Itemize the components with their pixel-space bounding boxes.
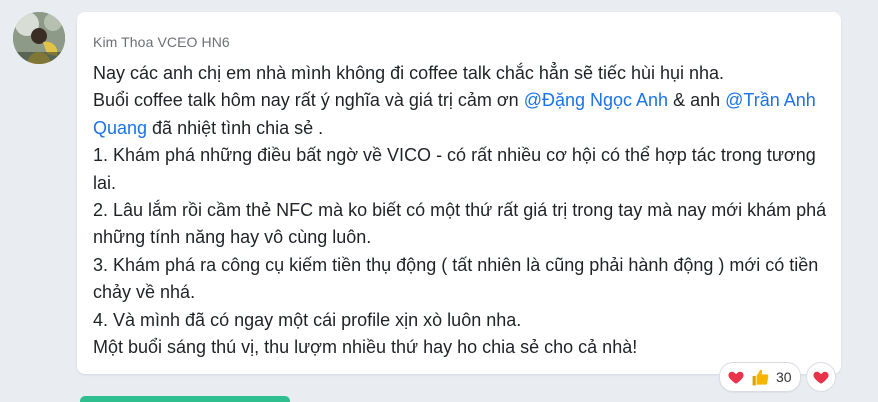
quick-react-button[interactable] bbox=[806, 362, 836, 392]
chat-view: Kim Thoa VCEO HN6 Nay các anh chị em nhà… bbox=[0, 0, 878, 402]
message-line: Một buổi sáng thú vị, thu lượm nhiều thứ… bbox=[93, 334, 828, 361]
heart-icon bbox=[726, 367, 746, 387]
message-text-segment: 3. Khám phá ra công cụ kiếm tiền thụ độn… bbox=[93, 254, 819, 303]
message-text-segment: đã nhiệt tình chia sẻ . bbox=[147, 117, 324, 138]
message-line: 4. Và mình đã có ngay một cái profile xị… bbox=[93, 307, 828, 334]
message-line: Buổi coffee talk hôm nay rất ý nghĩa và … bbox=[93, 87, 828, 142]
reaction-summary[interactable]: 30 bbox=[719, 362, 801, 392]
avatar[interactable] bbox=[13, 12, 65, 64]
message-line: Nay các anh chị em nhà mình không đi cof… bbox=[93, 60, 828, 87]
message-text-segment: Buổi coffee talk hôm nay rất ý nghĩa và … bbox=[93, 90, 524, 111]
message-bubble: Kim Thoa VCEO HN6 Nay các anh chị em nhà… bbox=[77, 12, 841, 374]
thumbs-up-icon bbox=[750, 367, 770, 387]
message-text-segment: 1. Khám phá những điều bất ngờ về VICO -… bbox=[93, 145, 816, 193]
message-text-segment: & anh bbox=[668, 90, 726, 111]
sender-name[interactable]: Kim Thoa VCEO HN6 bbox=[93, 34, 230, 50]
message-text-segment: 4. Và mình đã có ngay một cái profile xị… bbox=[93, 309, 522, 330]
heart-icon bbox=[812, 368, 830, 386]
avatar-image bbox=[13, 12, 65, 64]
message-text-segment: 2. Lâu lắm rồi cầm thẻ NFC mà ko biết có… bbox=[93, 200, 827, 248]
message-text-segment: Nay các anh chị em nhà mình không đi cof… bbox=[93, 63, 725, 83]
mention-link[interactable]: @Đặng Ngọc Anh bbox=[524, 90, 668, 110]
next-message-action-bar[interactable] bbox=[80, 396, 290, 402]
message-line: 1. Khám phá những điều bất ngờ về VICO -… bbox=[93, 142, 828, 197]
message-text-segment: Một buổi sáng thú vị, thu lượm nhiều thứ… bbox=[93, 337, 638, 358]
reaction-count: 30 bbox=[776, 369, 792, 385]
message-line: 3. Khám phá ra công cụ kiếm tiền thụ độn… bbox=[93, 252, 828, 307]
message-line: 2. Lâu lắm rồi cầm thẻ NFC mà ko biết có… bbox=[93, 197, 828, 252]
message-text: Nay các anh chị em nhà mình không đi cof… bbox=[93, 60, 828, 361]
